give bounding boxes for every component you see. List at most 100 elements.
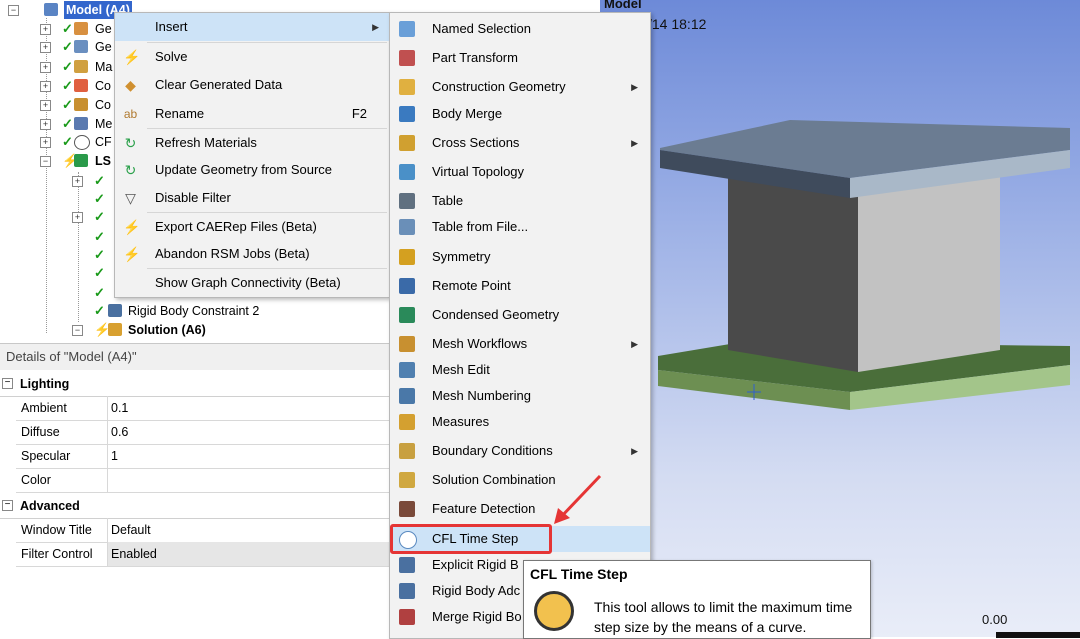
expand-icon[interactable]: +	[40, 42, 51, 53]
submenu-item-body-merge[interactable]: Body Merge	[390, 101, 650, 127]
table-icon	[399, 193, 415, 209]
construction-geometry-icon	[399, 79, 415, 95]
property-row-filter-control[interactable]: Filter Control Enabled	[16, 542, 391, 567]
submenu-item-label: Symmetry	[432, 249, 491, 264]
remote-point-icon	[399, 278, 415, 294]
expand-icon[interactable]: +	[40, 119, 51, 130]
group-advanced[interactable]: − Advanced	[0, 494, 390, 519]
check-icon: ✓	[62, 59, 73, 74]
collapse-icon[interactable]: −	[2, 500, 13, 511]
property-value[interactable]: Default	[108, 518, 391, 542]
virtual-topology-icon	[399, 164, 415, 180]
graphics-viewport[interactable]: Model /14 18:12 0.00	[600, 0, 1080, 638]
collapse-icon[interactable]: −	[2, 378, 13, 389]
property-row-specular[interactable]: Specular 1	[16, 444, 390, 469]
submenu-item-mesh-numbering[interactable]: Mesh Numbering	[390, 383, 650, 409]
mesh-icon	[74, 117, 88, 130]
submenu-item-label: Mesh Workflows	[432, 336, 528, 351]
submenu-item-mesh-edit[interactable]: Mesh Edit	[390, 357, 650, 383]
expand-icon[interactable]: +	[40, 62, 51, 73]
expand-icon[interactable]: +	[72, 212, 83, 223]
menu-item-solve[interactable]: ⚡ Solve	[115, 43, 389, 71]
menu-item-rename[interactable]: ab Rename F2	[115, 100, 389, 128]
materials-icon	[74, 60, 88, 73]
tree-item-label: Me	[95, 117, 113, 131]
tree-item-label: Ge	[95, 22, 112, 36]
submenu-arrow-icon: ▶	[631, 82, 638, 92]
submenu-item-part-transform[interactable]: Part Transform	[390, 45, 650, 71]
check-icon: ✓	[94, 229, 105, 244]
lightning-icon: ⚡	[123, 246, 141, 262]
property-value[interactable]: 1	[108, 444, 391, 468]
property-row-color[interactable]: Color	[16, 468, 390, 493]
property-row-window-title[interactable]: Window Title Default	[16, 518, 390, 543]
submenu-item-label: Boundary Conditions	[432, 443, 553, 458]
menu-item-label: Insert	[155, 19, 188, 34]
submenu-item-virtual-topology[interactable]: Virtual Topology	[390, 159, 650, 185]
menu-item-export-caerep[interactable]: ⚡ Export CAERep Files (Beta)	[115, 213, 389, 241]
property-value[interactable]: Enabled	[108, 542, 391, 566]
check-icon: ✓	[94, 303, 105, 318]
submenu-item-table[interactable]: Table	[390, 188, 650, 214]
cross-sections-icon	[399, 135, 415, 151]
submenu-item-mesh-workflows[interactable]: Mesh Workflows ▶	[390, 331, 650, 357]
menu-item-clear-generated-data[interactable]: ◆ Clear Generated Data	[115, 71, 389, 99]
submenu-item-measures[interactable]: Measures	[390, 409, 650, 435]
menu-item-insert[interactable]: Insert ▶	[115, 13, 389, 41]
menu-item-abandon-rsm-jobs[interactable]: ⚡ Abandon RSM Jobs (Beta)	[115, 240, 389, 268]
menu-item-label: Rename	[155, 106, 205, 121]
submenu-item-construction-geometry[interactable]: Construction Geometry ▶	[390, 74, 650, 100]
group-label: Lighting	[20, 377, 70, 391]
collapse-icon[interactable]: −	[72, 325, 83, 336]
menu-item-show-graph-connectivity[interactable]: Show Graph Connectivity (Beta)	[115, 269, 389, 297]
submenu-item-cross-sections[interactable]: Cross Sections ▶	[390, 130, 650, 156]
check-icon: ✓	[94, 209, 105, 224]
expand-icon[interactable]: +	[72, 176, 83, 187]
property-value[interactable]: 0.6	[108, 420, 391, 444]
submenu-item-label: Virtual Topology	[432, 164, 525, 179]
property-value[interactable]: 0.1	[108, 396, 391, 420]
expand-icon[interactable]: +	[40, 81, 51, 92]
menu-item-label: Show Graph Connectivity (Beta)	[155, 275, 341, 290]
submenu-item-solution-combination[interactable]: Solution Combination	[390, 467, 650, 493]
property-row-ambient[interactable]: Ambient 0.1	[16, 396, 390, 421]
submenu-item-feature-detection[interactable]: Feature Detection	[390, 496, 650, 522]
submenu-item-table-from-file[interactable]: Table from File...	[390, 214, 650, 240]
tree-connector	[78, 172, 79, 322]
property-row-diffuse[interactable]: Diffuse 0.6	[16, 420, 390, 445]
submenu-item-label: Condensed Geometry	[432, 307, 560, 322]
submenu-item-boundary-conditions[interactable]: Boundary Conditions ▶	[390, 438, 650, 464]
clock-icon	[534, 591, 574, 631]
submenu-arrow-icon: ▶	[631, 339, 638, 349]
group-lighting[interactable]: − Lighting	[0, 372, 390, 397]
menu-item-disable-filter[interactable]: ▽ Disable Filter	[115, 184, 389, 212]
submenu-item-label: Remote Point	[432, 278, 511, 293]
menu-item-update-geometry[interactable]: ↻ Update Geometry from Source	[115, 156, 389, 184]
submenu-item-named-selection[interactable]: Named Selection	[390, 16, 650, 42]
submenu-item-condensed-geometry[interactable]: Condensed Geometry	[390, 302, 650, 328]
submenu-item-symmetry[interactable]: Symmetry	[390, 244, 650, 270]
menu-item-refresh-materials[interactable]: ↻ Refresh Materials	[115, 129, 389, 157]
expand-icon[interactable]: +	[40, 137, 51, 148]
mesh-workflows-icon	[399, 336, 415, 352]
part-transform-icon	[399, 50, 415, 66]
check-icon: ✓	[94, 265, 105, 280]
collapse-icon[interactable]: −	[40, 156, 51, 167]
connections-icon	[74, 98, 88, 111]
check-icon: ✓	[62, 21, 73, 36]
submenu-item-remote-point[interactable]: Remote Point	[390, 273, 650, 299]
tree-item-label: CF	[95, 135, 112, 149]
solution-combination-icon	[399, 472, 415, 488]
body-merge-icon	[399, 106, 415, 122]
submenu-arrow-icon: ▶	[372, 22, 379, 32]
expand-icon[interactable]: +	[40, 100, 51, 111]
tooltip-title: CFL Time Step	[530, 566, 628, 582]
mesh-numbering-icon	[399, 388, 415, 404]
expand-icon[interactable]: +	[40, 24, 51, 35]
menu-item-label: Export CAERep Files (Beta)	[155, 219, 317, 234]
shortcut-label: F2	[351, 106, 367, 121]
collapse-icon[interactable]: −	[8, 5, 19, 16]
tree-item-label: Ge	[95, 40, 112, 54]
rigid-body-icon	[108, 304, 122, 317]
property-value[interactable]	[108, 468, 391, 492]
